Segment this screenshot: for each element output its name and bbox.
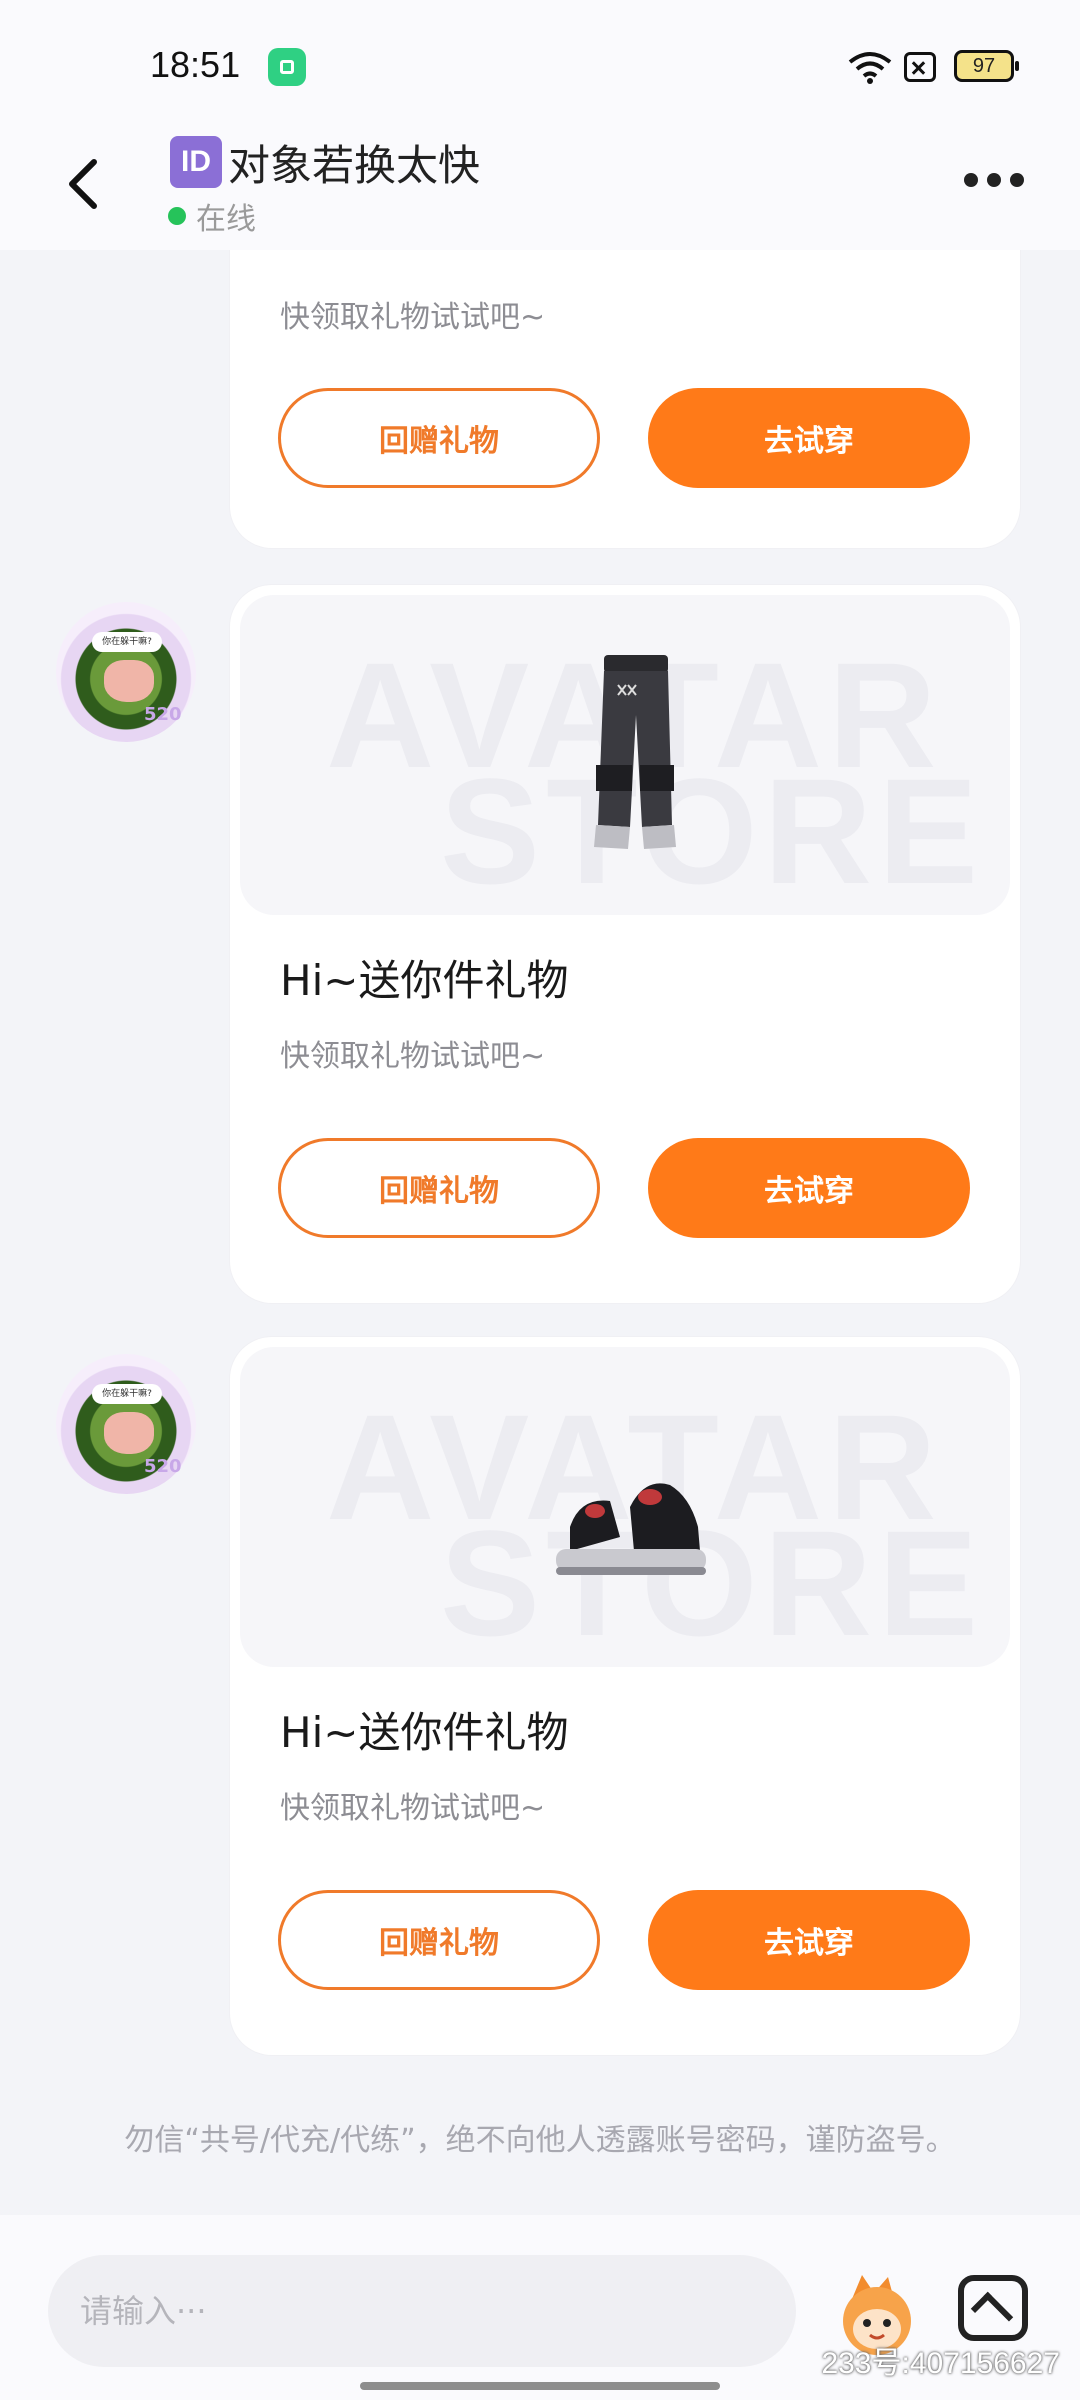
online-status: 在线: [168, 194, 256, 238]
message-input[interactable]: [48, 2255, 796, 2367]
user-id-watermark: 233号:407156627: [821, 2347, 1060, 2380]
id-badge-icon: ID: [170, 136, 222, 188]
gift-card: 快领取礼物试试吧~ 回赠礼物 去试穿: [230, 250, 1020, 548]
status-bar: 18:51 97: [0, 0, 1080, 110]
title-row[interactable]: ID 对象若换太快: [170, 132, 480, 192]
back-arrow-icon[interactable]: [62, 154, 106, 214]
sim-icon: [904, 52, 936, 82]
avatar-face: [104, 660, 154, 702]
gift-card: AVATAR STORE Hi~送你件礼物 快领取礼物试试吧~ 回赠礼物 去试穿: [230, 585, 1020, 1303]
battery-level: 97: [972, 55, 996, 77]
avatar-face: [104, 1412, 154, 1454]
gift-card-title: Hi~送你件礼物: [280, 956, 569, 1005]
battery-icon: 97: [954, 50, 1019, 82]
avatar-number: 520: [144, 704, 182, 725]
online-status-text: 在线: [196, 202, 256, 237]
try-on-button[interactable]: 去试穿: [648, 388, 970, 488]
gift-card: AVATAR STORE Hi~送你件礼物 快领取礼物试试吧~ 回赠礼物 去试穿: [230, 1337, 1020, 2055]
sender-avatar[interactable]: 你在躲干嘛? 520: [56, 1354, 196, 1494]
more-options-icon[interactable]: [964, 170, 1024, 190]
gift-card-subtitle: 快领取礼物试试吧~: [280, 300, 546, 335]
avatar-number: 520: [144, 1456, 182, 1477]
return-gift-button[interactable]: 回赠礼物: [278, 1890, 600, 1990]
shoes-item-icon: [556, 1483, 706, 1575]
wifi-icon: [848, 52, 892, 84]
try-on-button[interactable]: 去试穿: [648, 1890, 970, 1990]
online-dot-icon: [168, 207, 186, 225]
avatar-bubble-text: 你在躲干嘛?: [92, 1384, 162, 1404]
try-on-button[interactable]: 去试穿: [648, 1138, 970, 1238]
gift-card-subtitle: 快领取礼物试试吧~: [280, 1791, 546, 1826]
chat-title: 对象若换太快: [228, 140, 481, 190]
avatar-bubble-text: 你在躲干嘛?: [92, 632, 162, 652]
pants-item-icon: [594, 655, 676, 849]
app-notification-icon: [268, 48, 306, 86]
gift-image[interactable]: AVATAR STORE: [240, 595, 1010, 915]
sender-avatar[interactable]: 你在躲干嘛? 520: [56, 602, 196, 742]
store-watermark: STORE: [440, 1499, 985, 1667]
chat-messages[interactable]: 快领取礼物试试吧~ 回赠礼物 去试穿 你在躲干嘛? 520 AVATAR STO…: [0, 250, 1080, 2215]
image-picker-icon[interactable]: [958, 2275, 1028, 2341]
return-gift-button[interactable]: 回赠礼物: [278, 388, 600, 488]
status-time: 18:51: [150, 44, 241, 85]
gift-card-title: Hi~送你件礼物: [280, 1708, 569, 1757]
gift-image[interactable]: AVATAR STORE: [240, 1347, 1010, 1667]
store-watermark: STORE: [440, 747, 985, 915]
security-warning: 勿信“共号/代充/代练”，绝不向他人透露账号密码，谨防盗号。: [124, 2123, 956, 2158]
gift-card-subtitle: 快领取礼物试试吧~: [280, 1039, 546, 1074]
home-indicator[interactable]: [360, 2382, 720, 2390]
chat-header: ID 对象若换太快 在线: [0, 110, 1080, 250]
return-gift-button[interactable]: 回赠礼物: [278, 1138, 600, 1238]
